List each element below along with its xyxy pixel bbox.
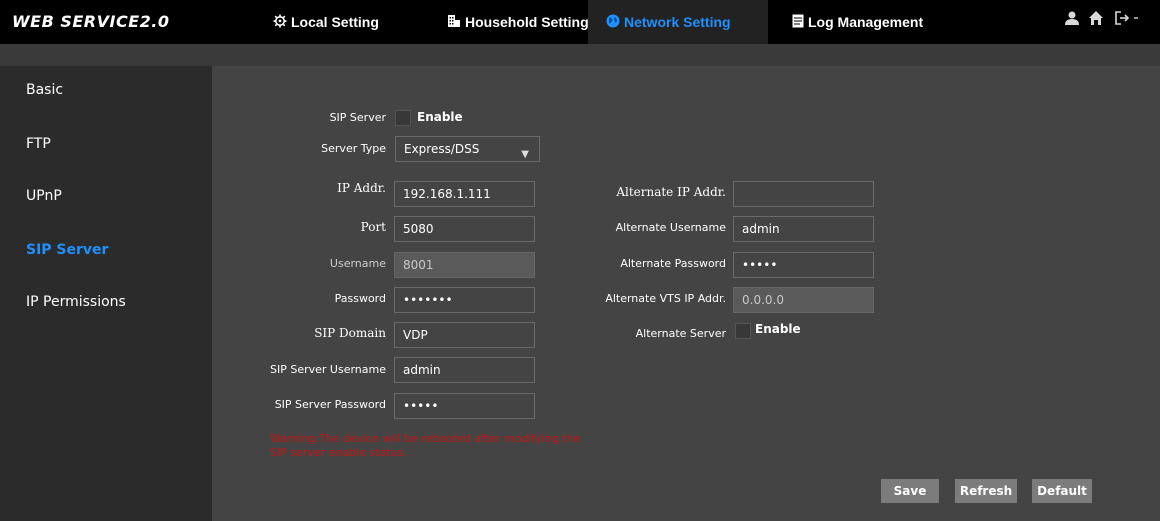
sip-server-password-input[interactable]: •••••	[394, 393, 535, 419]
brand-logo: WEB SERVICE2.0	[12, 12, 170, 31]
password-label: Password	[334, 292, 386, 305]
nav-local-setting-label: Local Setting	[291, 14, 379, 30]
alt-password-input[interactable]: •••••	[733, 252, 874, 278]
reboot-warning: Warning:The device will be rebooted afte…	[270, 432, 581, 459]
alt-server-label: Alternate Server	[635, 327, 726, 340]
ip-addr-label: IP Addr.	[337, 181, 386, 195]
alt-ip-addr-input[interactable]	[733, 181, 874, 207]
home-icon[interactable]	[1088, 10, 1104, 31]
server-type-select[interactable]: Express/DSS ▼	[395, 136, 540, 162]
alt-password-label: Alternate Password	[620, 257, 726, 270]
nav-log-management-label: Log Management	[808, 14, 924, 30]
sip-server-password-label: SIP Server Password	[274, 398, 386, 411]
port-label: Port	[360, 220, 386, 234]
nav-household-setting-label: Household Setting	[465, 14, 589, 30]
nav-network-setting-label: Network Setting	[624, 14, 731, 30]
sidebar-item-ftp[interactable]: FTP	[26, 136, 51, 152]
sip-domain-label: SIP Domain	[314, 326, 386, 340]
sip-server-enable-label: Enable	[417, 110, 463, 124]
building-icon	[447, 14, 461, 31]
sidebar-item-ip-permissions[interactable]: IP Permissions	[26, 294, 126, 310]
sip-server-label: SIP Server	[329, 111, 386, 124]
save-button[interactable]: Save	[881, 479, 939, 503]
ip-addr-input[interactable]: 192.168.1.111	[394, 181, 535, 207]
sip-domain-input[interactable]: VDP	[394, 322, 535, 348]
sidebar-item-sip-server[interactable]: SIP Server	[26, 242, 108, 258]
sidebar-item-basic[interactable]: Basic	[26, 82, 63, 98]
nav-household-setting[interactable]: Household Setting	[447, 0, 589, 44]
sip-server-enable-checkbox[interactable]	[395, 110, 411, 126]
username-label: Username	[329, 257, 386, 270]
user-icon[interactable]	[1064, 10, 1080, 31]
nav-network-setting[interactable]: Network Setting	[588, 0, 768, 44]
sidebar-item-upnp[interactable]: UPnP	[26, 188, 62, 204]
alt-ip-addr-label: Alternate IP Addr.	[616, 185, 726, 199]
refresh-button[interactable]: Refresh	[955, 479, 1017, 503]
globe-icon	[606, 14, 620, 31]
sidebar: Basic FTP UPnP SIP Server IP Permissions	[0, 66, 212, 521]
sip-server-username-label: SIP Server Username	[270, 363, 386, 376]
alt-server-enable-checkbox[interactable]	[735, 323, 751, 339]
server-type-value: Express/DSS	[404, 142, 480, 156]
default-button[interactable]: Default	[1032, 479, 1092, 503]
password-input[interactable]: •••••••	[394, 287, 535, 313]
nav-local-setting[interactable]: Local Setting	[273, 0, 379, 44]
caret-down-icon: ▼	[521, 149, 529, 160]
alt-vts-ip-label: Alternate VTS IP Addr.	[605, 292, 726, 305]
alt-server-enable-label: Enable	[755, 322, 801, 336]
sip-server-username-input[interactable]: admin	[394, 357, 535, 383]
gear-icon	[273, 14, 287, 31]
server-type-label: Server Type	[321, 142, 386, 155]
alt-vts-ip-input: 0.0.0.0	[733, 287, 874, 313]
alt-username-label: Alternate Username	[615, 221, 726, 234]
nav-log-management[interactable]: Log Management	[792, 0, 923, 44]
port-input[interactable]: 5080	[394, 216, 535, 242]
sub-header-strip	[0, 44, 1160, 66]
alt-username-input[interactable]: admin	[733, 216, 874, 242]
document-icon	[792, 14, 804, 31]
username-input: 8001	[394, 252, 535, 278]
logout-icon[interactable]	[1114, 10, 1144, 31]
top-navigation-bar: WEB SERVICE2.0 Local Setting Household S…	[0, 0, 1160, 44]
